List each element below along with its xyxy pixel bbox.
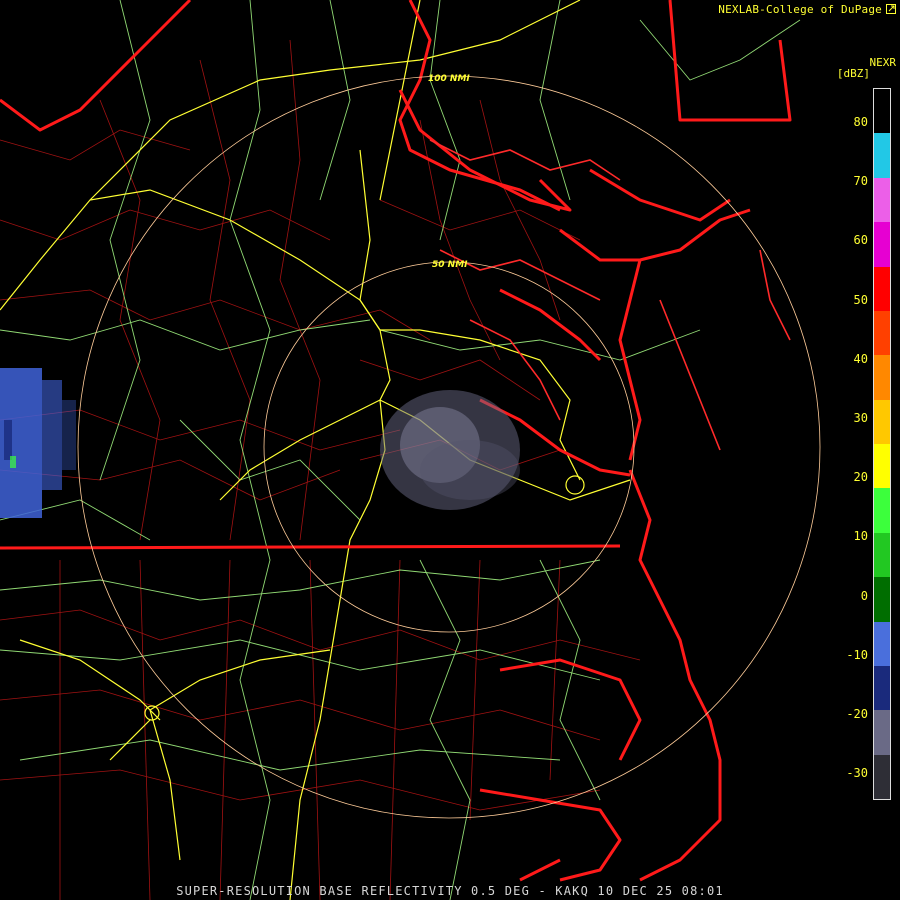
scale-tick-label: -30 <box>846 766 868 781</box>
radar-map[interactable]: 100 NMI 50 NMI <box>0 0 900 900</box>
scale-segment <box>874 89 890 134</box>
scale-segment <box>874 665 890 711</box>
product-footer: SUPER-RESOLUTION BASE REFLECTIVITY 0.5 D… <box>176 884 724 898</box>
scale-segment <box>874 355 890 400</box>
scale-tick-label: 0 <box>860 588 868 603</box>
scale-segment <box>874 310 890 356</box>
scale-tick-label: 40 <box>853 351 868 366</box>
scale-segment <box>874 266 890 311</box>
ring-label-100: 100 NMI <box>428 74 470 84</box>
scale-segment <box>874 710 890 755</box>
scale-segment <box>874 532 890 578</box>
scale-segment <box>874 399 890 444</box>
scale-tick-label: 30 <box>853 411 868 425</box>
scale-segment <box>874 621 890 666</box>
scale-tick-label: 70 <box>853 174 868 189</box>
color-scale-bar <box>873 88 891 800</box>
credit-text[interactable]: NEXLAB-College of DuPage <box>718 3 882 16</box>
units-label: [dBZ] <box>836 67 870 80</box>
scale-segment <box>874 133 890 178</box>
product-label: NEXR <box>869 56 897 69</box>
weak-echo-cluster <box>380 390 520 510</box>
ring-label-50: 50 NMI <box>432 260 468 270</box>
scale-tick-label: 10 <box>853 529 868 544</box>
scale-tick-label: 20 <box>853 470 868 485</box>
scale-segment <box>874 577 890 622</box>
external-link-icon[interactable] <box>886 4 896 14</box>
scale-tick-label: 80 <box>853 115 868 129</box>
scale-segment <box>874 444 890 489</box>
scale-tick-label: 60 <box>853 233 868 248</box>
scale-tick-label: 50 <box>853 292 868 307</box>
scale-segment <box>874 488 890 533</box>
scale-tick-label: -10 <box>846 647 868 662</box>
scale-tick-label: -20 <box>846 707 868 721</box>
scale-segment <box>874 177 890 223</box>
scale-segment <box>874 222 890 267</box>
scale-segment <box>874 754 890 799</box>
